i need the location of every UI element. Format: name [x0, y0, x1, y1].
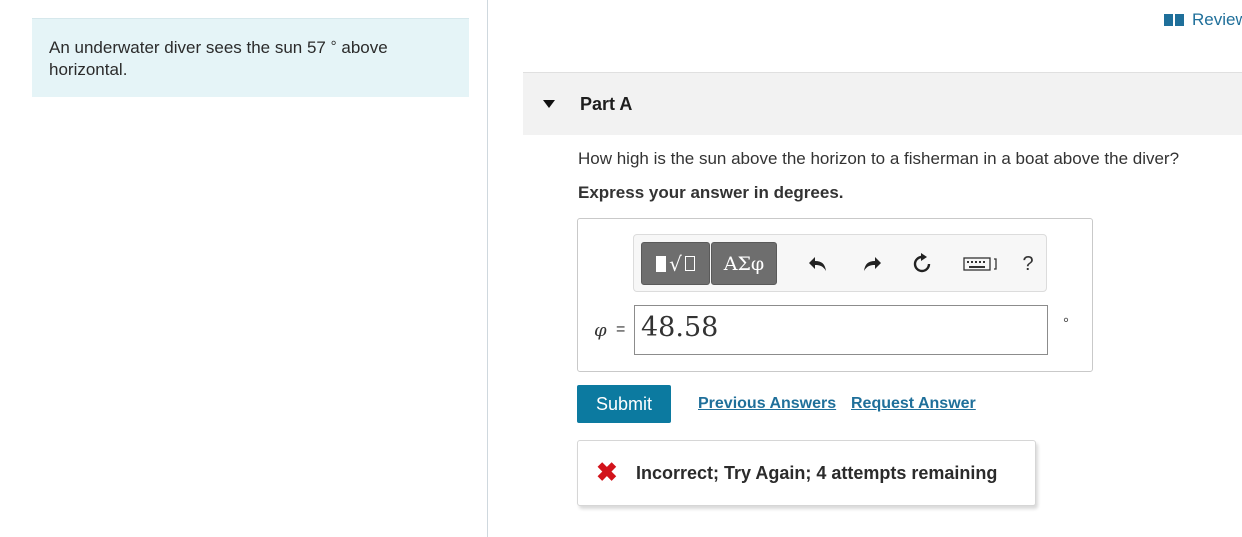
degree-unit: °	[1063, 315, 1069, 332]
answer-box: √ ΑΣφ ? φ = 48.58 °	[577, 218, 1093, 372]
degree-symbol: °	[330, 38, 337, 55]
review-link[interactable]: Review	[1164, 10, 1242, 30]
review-label: Review	[1192, 10, 1242, 29]
templates-icon: √	[656, 252, 695, 276]
problem-text-start: An underwater diver sees the sun 57	[49, 38, 326, 57]
templates-button[interactable]: √	[641, 242, 710, 285]
collapse-caret-icon[interactable]	[543, 100, 555, 108]
feedback-box: ✖ Incorrect; Try Again; 4 attempts remai…	[577, 440, 1036, 506]
book-icon	[1164, 14, 1184, 26]
part-title: Part A	[580, 94, 633, 114]
redo-icon[interactable]	[860, 252, 884, 276]
greek-symbols-button[interactable]: ΑΣφ	[711, 242, 777, 285]
help-icon[interactable]: ?	[1016, 252, 1040, 276]
previous-answers-link[interactable]: Previous Answers	[698, 395, 836, 413]
equals-sign: =	[616, 321, 626, 338]
reset-icon[interactable]	[910, 252, 934, 276]
part-header[interactable]: Part A	[523, 72, 1242, 135]
keyboard-icon[interactable]	[962, 252, 1000, 276]
problem-statement: An underwater diver sees the sun 57 ° ab…	[32, 18, 469, 97]
feedback-message: Incorrect; Try Again; 4 attempts remaini…	[636, 463, 998, 483]
question-prompt: How high is the sun above the horizon to…	[578, 149, 1180, 168]
undo-icon[interactable]	[806, 252, 830, 276]
math-toolbar: √ ΑΣφ ?	[633, 234, 1047, 292]
answer-instruction: Express your answer in degrees.	[578, 183, 844, 202]
answer-input[interactable]: 48.58	[634, 305, 1048, 355]
answer-variable: φ	[594, 320, 607, 341]
pane-divider	[487, 0, 488, 537]
request-answer-link[interactable]: Request Answer	[851, 395, 976, 413]
incorrect-x-icon: ✖	[596, 457, 618, 487]
submit-button[interactable]: Submit	[577, 385, 671, 423]
